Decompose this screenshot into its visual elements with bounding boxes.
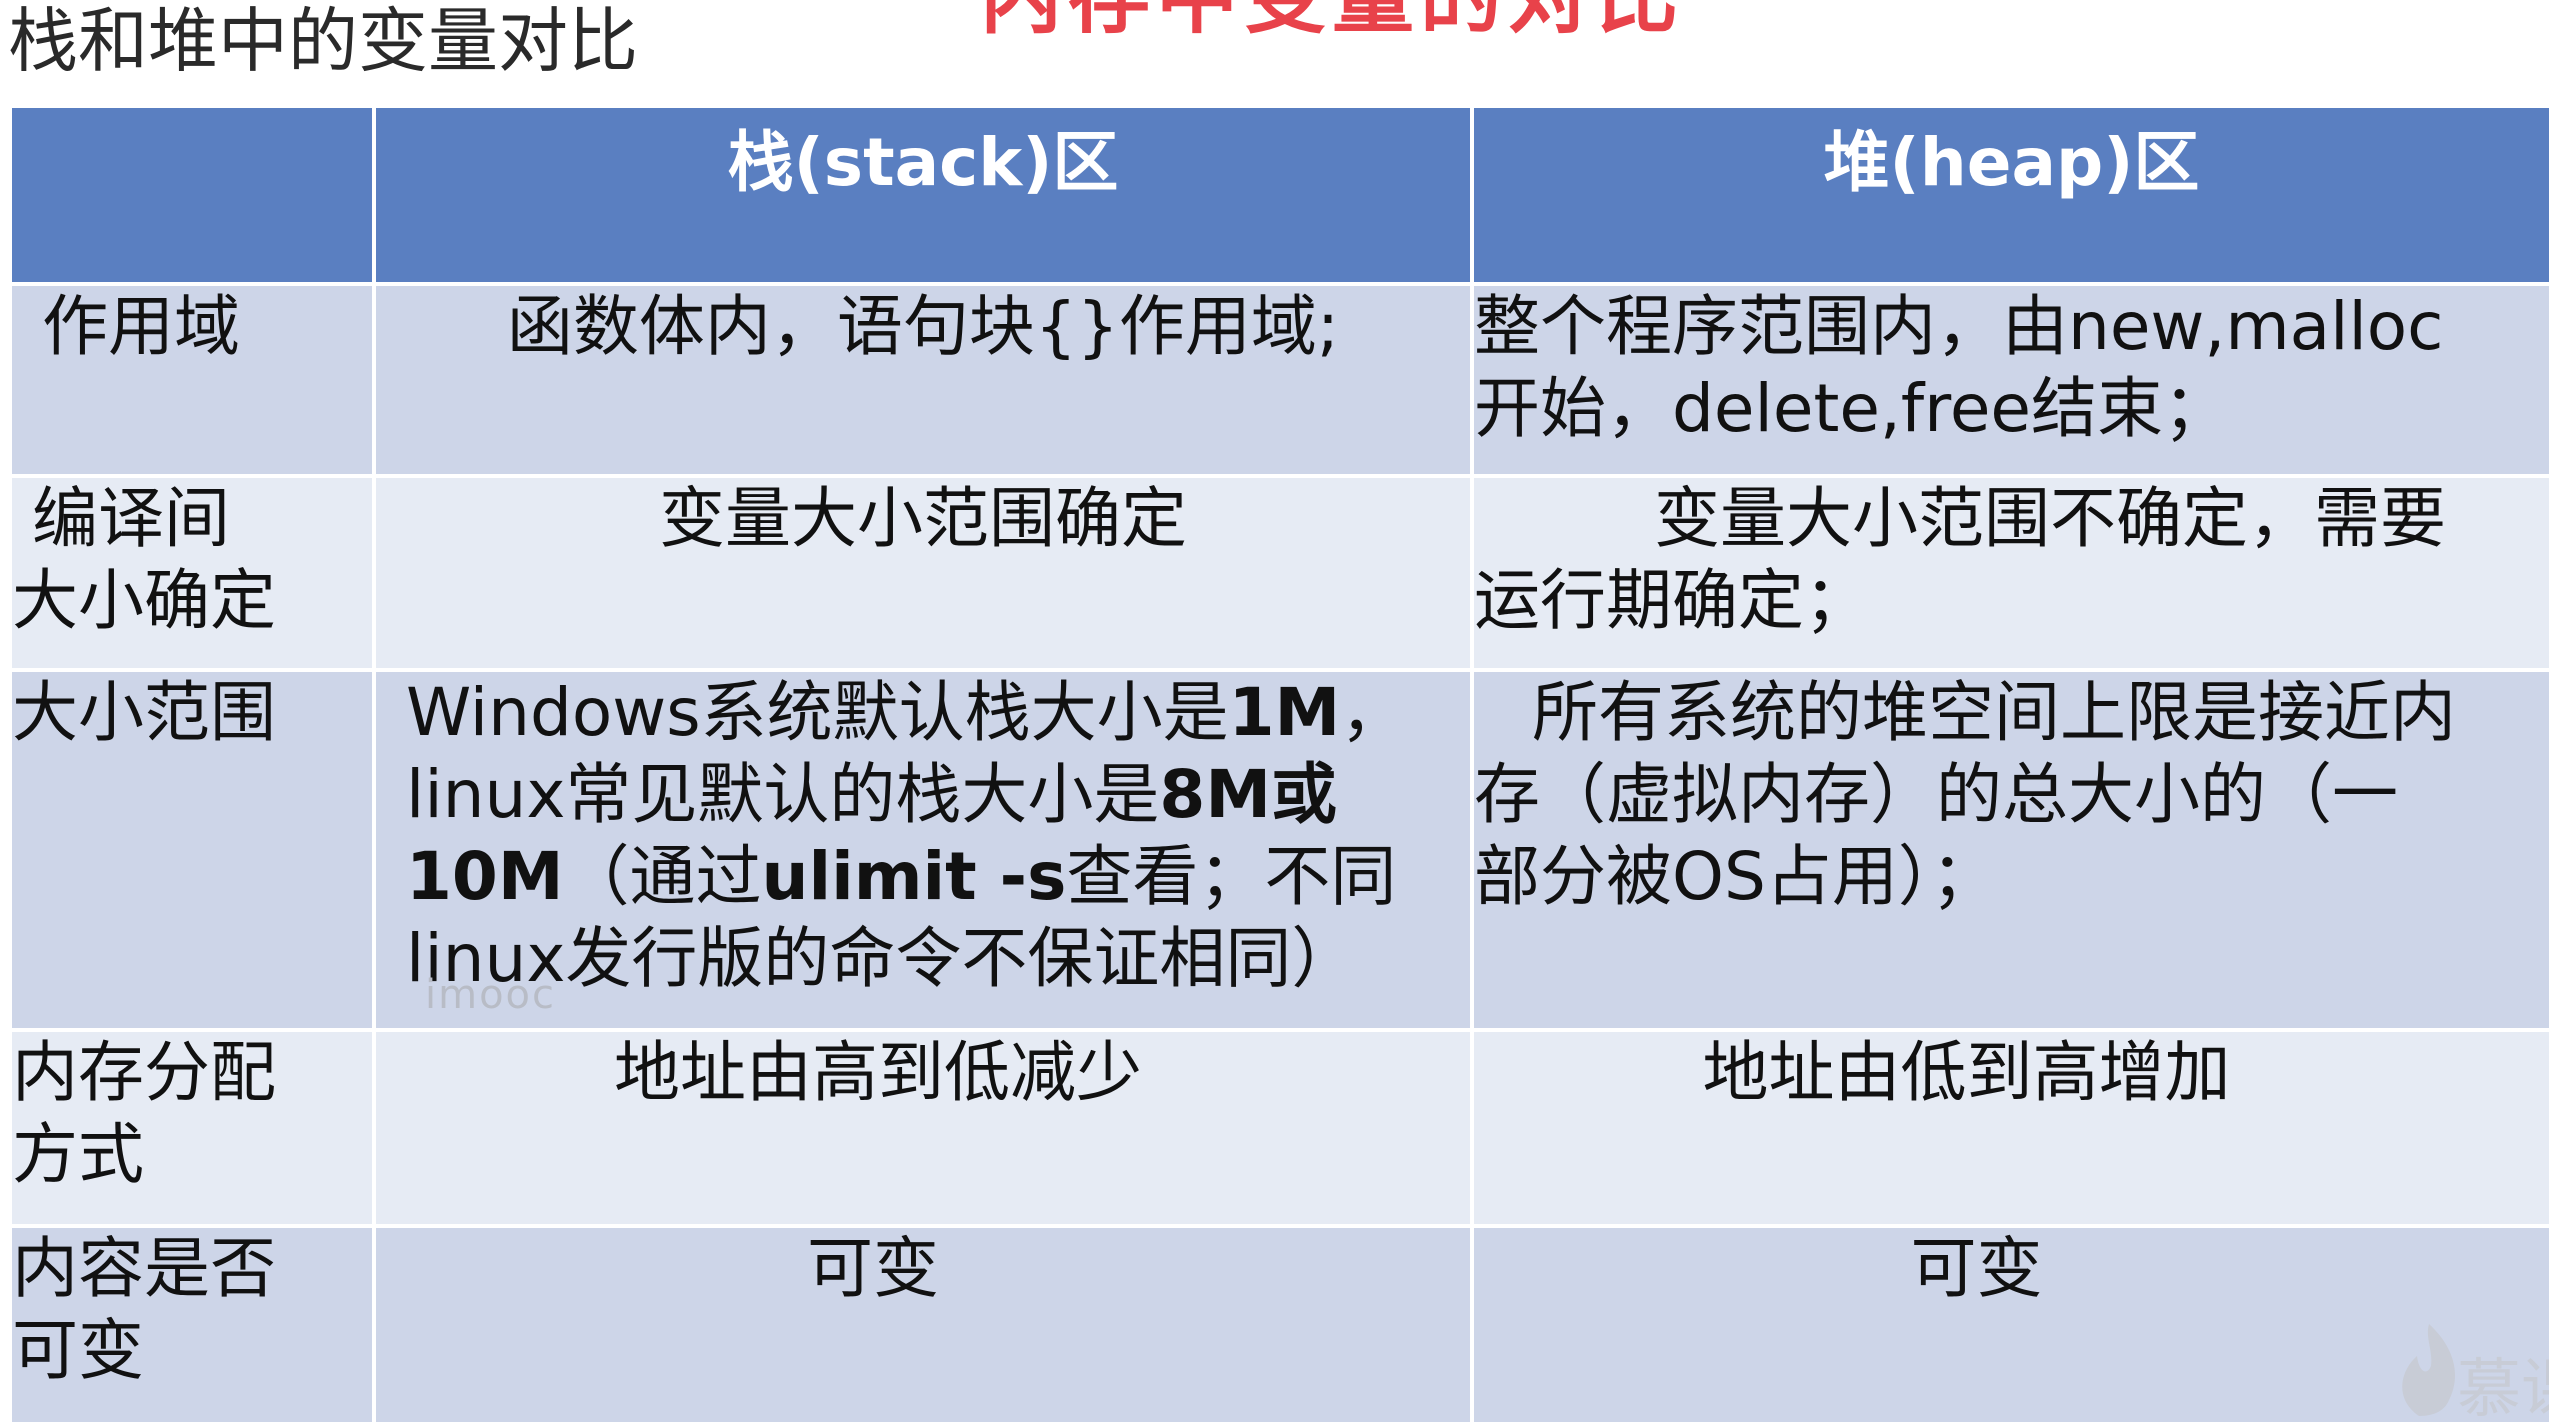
watermark-text: imooc bbox=[425, 972, 557, 1018]
row-label-compile-size: 编译间 大小确定 bbox=[8, 474, 376, 672]
header-empty bbox=[8, 104, 376, 286]
cell-heap-size-range: 所有系统的堆空间上限是接近内 存（虚拟内存）的总大小的（一 部分被OS占用）； bbox=[1470, 668, 2549, 1032]
table-row: 作用域 函数体内，语句块{}作用域; 整个程序范围内，由new,malloc 开… bbox=[8, 282, 2549, 478]
cell-stack-mutable: 可变 bbox=[372, 1224, 1474, 1426]
table-row: 编译间 大小确定 变量大小范围确定 变量大小范围不确定，需要 运行期确定； bbox=[8, 474, 2549, 672]
row-label-scope: 作用域 bbox=[8, 282, 376, 478]
cell-stack-compile-size: 变量大小范围确定 bbox=[372, 474, 1474, 672]
cell-heap-compile-size: 变量大小范围不确定，需要 运行期确定； bbox=[1470, 474, 2549, 672]
cell-heap-allocation: 地址由低到高增加 bbox=[1470, 1028, 2549, 1228]
table-header-row: 栈(stack)区 堆(heap)区 bbox=[8, 104, 2549, 286]
header-heap: 堆(heap)区 bbox=[1470, 104, 2549, 286]
cell-heap-mutable: 可变 bbox=[1470, 1224, 2549, 1426]
cell-heap-scope: 整个程序范围内，由new,malloc 开始，delete,free结束； bbox=[1470, 282, 2549, 478]
slide-title: 内存中变量的对比 bbox=[980, 0, 1684, 49]
logo-text: 慕课 bbox=[2457, 1353, 2549, 1420]
slide-subtitle: 栈和堆中的变量对比 bbox=[8, 0, 638, 82]
row-label-allocation: 内存分配 方式 bbox=[8, 1028, 376, 1228]
table-row: 内存分配 方式 地址由高到低减少 地址由低到高增加 bbox=[8, 1028, 2549, 1228]
table-row: 大小范围 Windows系统默认栈大小是1M， linux常见默认的栈大小是8M… bbox=[8, 668, 2549, 1032]
header-stack: 栈(stack)区 bbox=[372, 104, 1474, 286]
cell-text: 函数体内，语句块{}作用域; bbox=[506, 288, 1340, 365]
comparison-table: 栈(stack)区 堆(heap)区 作用域 函数体内，语句块{}作用域; 整个… bbox=[8, 104, 2549, 1426]
row-label-mutable: 内容是否 可变 bbox=[8, 1224, 376, 1426]
imooc-logo: 慕课 bbox=[2389, 1320, 2549, 1420]
row-label-size-range: 大小范围 bbox=[8, 668, 376, 1032]
cell-stack-allocation: 地址由高到低减少 bbox=[372, 1028, 1474, 1228]
cell-stack-scope: 函数体内，语句块{}作用域; bbox=[372, 282, 1474, 478]
table-row: 内容是否 可变 可变 可变 bbox=[8, 1224, 2549, 1426]
